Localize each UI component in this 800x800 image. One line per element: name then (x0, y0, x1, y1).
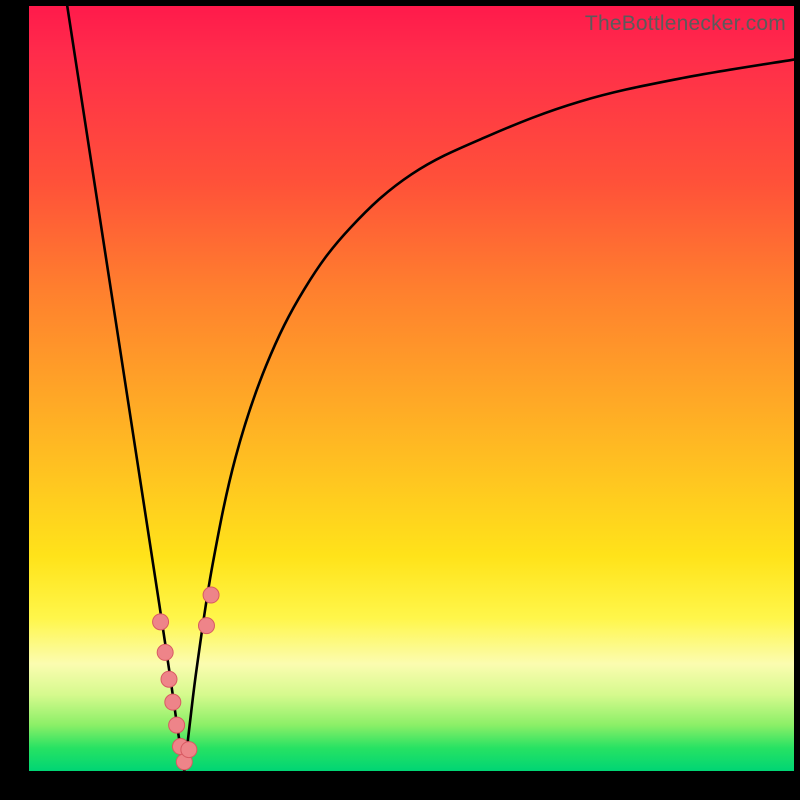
series-right-branch (184, 60, 794, 771)
marker-point (157, 644, 173, 660)
bottleneck-curve (67, 6, 794, 771)
marker-point (181, 742, 197, 758)
plot-area: TheBottlenecker.com (29, 6, 794, 771)
chart-svg (29, 6, 794, 771)
marker-point (165, 694, 181, 710)
data-markers (153, 587, 219, 770)
chart-frame: TheBottlenecker.com (0, 0, 800, 800)
marker-point (161, 671, 177, 687)
marker-point (198, 618, 214, 634)
marker-point (153, 614, 169, 630)
watermark-label: TheBottlenecker.com (585, 12, 786, 36)
marker-point (169, 717, 185, 733)
marker-point (203, 587, 219, 603)
